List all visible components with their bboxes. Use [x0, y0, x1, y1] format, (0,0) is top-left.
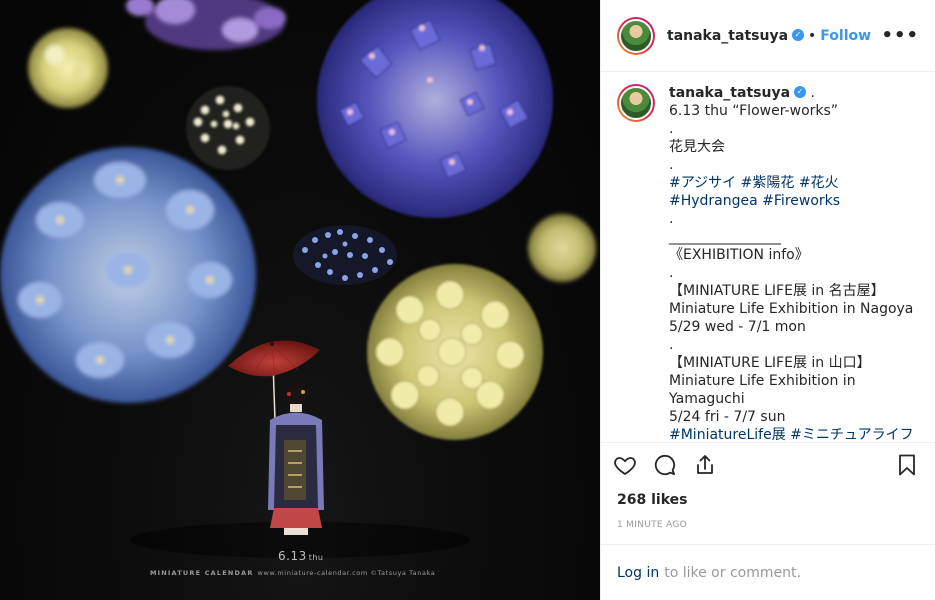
hashtag-line: #アジサイ #紫陽花 #花火: [669, 174, 914, 192]
hashtag-line: #Hydrangea #Fireworks: [669, 192, 914, 210]
caption-line: .: [669, 337, 674, 353]
hashtag-link[interactable]: #ミニチュアライフ: [790, 427, 913, 442]
more-options-icon[interactable]: •••: [881, 25, 919, 46]
verified-icon: ✓: [794, 86, 807, 98]
miniature-figure: [228, 340, 324, 535]
header-separator: •: [808, 27, 817, 44]
caption-line: Miniature Life Exhibition in Nagoya: [669, 301, 914, 317]
yellow-hydrangea-right: [367, 264, 543, 440]
caption-avatar[interactable]: [617, 84, 655, 122]
photo-brand: MINIATURE CALENDAR: [150, 569, 254, 577]
comments-section[interactable]: tanaka_tatsuya ✓ . 6.13 thu “Flower-works…: [601, 72, 935, 442]
hashtag-link[interactable]: #Hydrangea: [669, 193, 758, 209]
follow-button[interactable]: Follow: [820, 28, 871, 44]
caption-line: Yamaguchi: [669, 391, 745, 407]
caption-line: .: [669, 265, 674, 281]
photo-credit: www.miniature-calendar.com ©Tatsuya Tana…: [257, 569, 436, 577]
yellow-flower-right: [528, 214, 596, 282]
hashtag-line: #MiniatureLife展 #ミニチュアライフ: [669, 426, 914, 442]
caption-line: .: [669, 157, 674, 173]
header-username[interactable]: tanaka_tatsuya: [667, 28, 788, 44]
post-header: tanaka_tatsuya ✓ • Follow •••: [601, 0, 935, 72]
photo-day: thu: [308, 553, 324, 562]
hashtag-link[interactable]: #MiniatureLife展: [669, 427, 786, 442]
caption-line: ________________: [669, 229, 781, 245]
blue-hydrangea-left: [0, 147, 256, 403]
caption-suffix: .: [806, 85, 815, 101]
caption-line: 5/24 fri - 7/7 sun: [669, 409, 786, 425]
likes-count[interactable]: 268 likes: [601, 486, 935, 512]
caption-line: 【MINIATURE LIFE展 in 山口】: [669, 355, 871, 371]
hashtag-link[interactable]: #紫陽花: [741, 175, 795, 191]
verified-icon: ✓: [792, 28, 805, 41]
login-prompt-text: to like or comment.: [664, 564, 801, 581]
hashtag-link[interactable]: #花火: [799, 175, 839, 191]
photo-artwork: [0, 0, 596, 558]
caption-line: 花見大会: [669, 139, 725, 155]
post-photo[interactable]: 6.13 thu MINIATURE CALENDAR www.miniature-…: [0, 0, 600, 600]
caption-comment: tanaka_tatsuya ✓ . 6.13 thu “Flower-works…: [617, 84, 919, 442]
hashtag-link[interactable]: #Fireworks: [762, 193, 840, 209]
heart-icon[interactable]: [613, 453, 637, 477]
caption-line: 《EXHIBITION info》: [669, 247, 809, 263]
caption-line: .: [669, 121, 674, 137]
avatar-image: [619, 18, 653, 53]
caption-line: .: [669, 211, 674, 227]
bookmark-icon[interactable]: [895, 453, 919, 477]
caption-username[interactable]: tanaka_tatsuya: [669, 85, 790, 101]
caption-line: 6.13 thu “Flower-works”: [669, 103, 839, 119]
header-avatar[interactable]: [617, 16, 655, 55]
blue-hydrangea-top-right: [317, 0, 553, 218]
blue-dots-cluster: [293, 225, 397, 285]
comment-icon[interactable]: [653, 453, 677, 477]
caption-line: 5/29 wed - 7/1 mon: [669, 319, 806, 335]
share-icon[interactable]: [693, 453, 717, 477]
post-sidebar: tanaka_tatsuya ✓ • Follow ••• tanaka_tat…: [600, 0, 935, 600]
white-flower-small: [186, 86, 270, 170]
caption-first-line: tanaka_tatsuya ✓ .: [669, 84, 914, 102]
action-bar: [601, 442, 935, 486]
photo-credit-line: MINIATURE CALENDAR www.miniature-calendar…: [150, 569, 435, 577]
caption-body: tanaka_tatsuya ✓ . 6.13 thu “Flower-works…: [669, 84, 914, 442]
login-link[interactable]: Log in: [617, 565, 659, 581]
caption-line: 【MINIATURE LIFE展 in 名古屋】: [669, 283, 885, 299]
login-prompt: Log in to like or comment.: [601, 544, 935, 600]
post-timestamp[interactable]: 1 MINUTE AGO: [601, 512, 935, 536]
hashtag-link[interactable]: #アジサイ: [669, 175, 736, 191]
instagram-post: 6.13 thu MINIATURE CALENDAR www.miniature-…: [0, 0, 935, 600]
photo-date: 6.13: [278, 549, 307, 563]
photo-date-caption: 6.13 thu: [278, 549, 324, 563]
yellow-flower-top-left: [28, 28, 108, 108]
caption-line: Miniature Life Exhibition in: [669, 373, 856, 389]
purple-flower-cluster: [126, 0, 286, 50]
avatar-image: [619, 86, 653, 120]
